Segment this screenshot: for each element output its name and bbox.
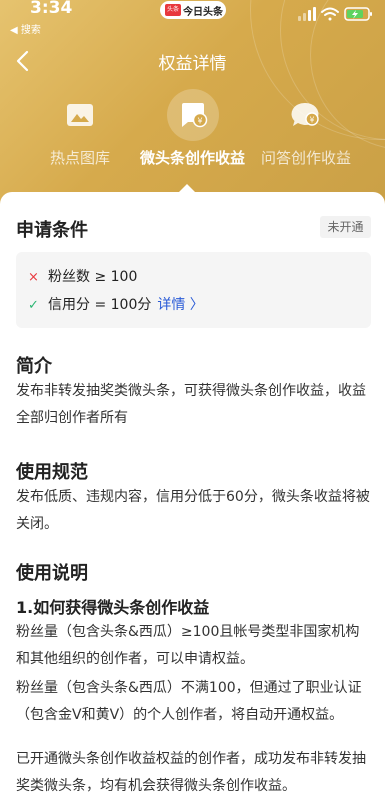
tab-qa-earnings[interactable]: ¥ 问答创作收益: [257, 92, 355, 172]
page-title: 权益详情: [158, 54, 227, 74]
tab-hot-gallery[interactable]: 热点图库: [38, 92, 122, 172]
intro-title: 简介: [16, 356, 52, 377]
system-status-icons: [298, 7, 372, 21]
check-icon: ✓: [28, 298, 39, 313]
condition-text: 粉丝数 ≥ 100: [48, 269, 138, 285]
conditions-box: × 粉丝数 ≥ 100 ✓ 信用分 = 100分 详情 〉: [16, 252, 371, 328]
status-badge: 未开通: [320, 216, 371, 238]
tab-micro-post-earnings[interactable]: ¥ 微头条创作收益: [130, 89, 255, 172]
condition-credit: ✓ 信用分 = 100分 详情 〉: [28, 294, 204, 314]
status-time: 3:34: [30, 0, 73, 18]
guide-title: 使用说明: [16, 563, 88, 584]
svg-text:¥: ¥: [197, 117, 202, 126]
guide-paragraph: 已开通微头条创作收益权益的创作者，成功发布非转发抽奖类微头条，均有机会获得微头条…: [16, 751, 366, 794]
active-tab-pointer: [178, 184, 196, 193]
post-yen-icon: ¥: [166, 89, 219, 141]
cross-icon: ×: [28, 270, 39, 285]
app-pill: 头条 今日头条: [160, 1, 226, 19]
rules-body: 发布低质、违规内容，信用分低于60分，微头条收益将被关闭。: [16, 489, 370, 532]
condition-followers: × 粉丝数 ≥ 100: [28, 266, 137, 286]
wifi-icon: [321, 7, 339, 21]
battery-icon: [344, 7, 372, 21]
chat-yen-icon: ¥: [291, 102, 319, 126]
credit-details-link[interactable]: 详情 〉: [157, 297, 203, 313]
guide-paragraph: 粉丝量（包含头条&西瓜）≥100且帐号类型非国家机构和其他组织的创作者，可以申请…: [16, 624, 360, 667]
image-icon: [67, 104, 93, 126]
app-pill-label: 今日头条: [183, 7, 223, 18]
svg-text:¥: ¥: [310, 116, 315, 125]
condition-text: 信用分 = 100分: [48, 297, 152, 313]
guide-paragraph: 粉丝量（包含头条&西瓜）不满100，但通过了职业认证（包含金V和黄V）的个人创作…: [16, 680, 362, 723]
intro-body: 发布非转发抽奖类微头条，可获得微头条创作收益，收益全部归创作者所有: [16, 383, 366, 426]
signal-icon: [298, 7, 316, 21]
tab-label: 微头条创作收益: [139, 149, 245, 167]
back-to-search-link[interactable]: ◀ 搜索: [10, 21, 41, 36]
status-bar: 3:34 ◀ 搜索 头条 今日头条: [0, 0, 385, 36]
toutiao-logo-icon: 头条: [165, 4, 181, 16]
guide-subtitle: 1.如何获得微头条创作收益: [16, 598, 210, 617]
tab-label: 热点图库: [49, 149, 110, 167]
rules-title: 使用规范: [16, 462, 88, 483]
tab-label: 问答创作收益: [260, 149, 351, 167]
conditions-title: 申请条件: [16, 220, 88, 241]
